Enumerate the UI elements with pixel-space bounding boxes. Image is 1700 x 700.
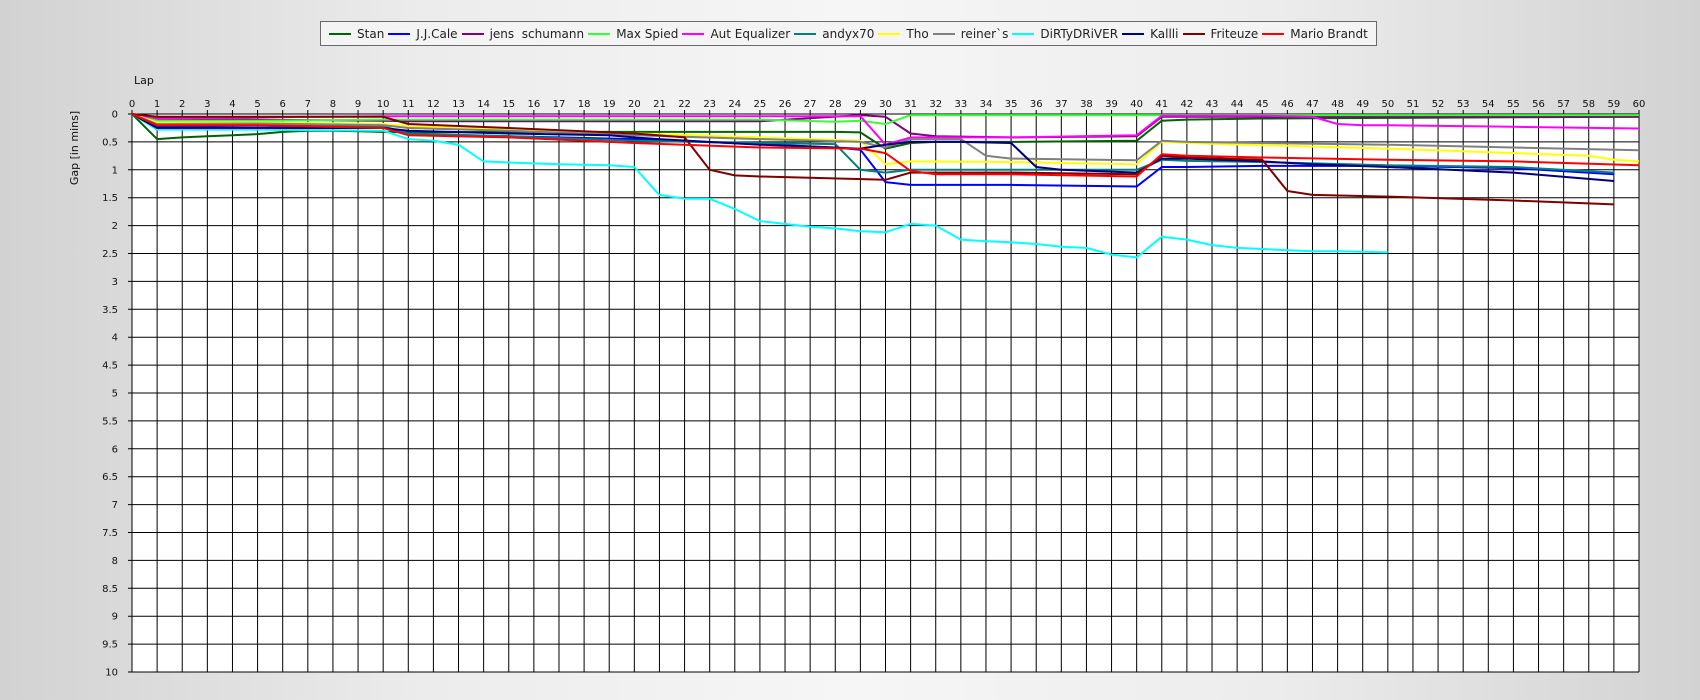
y-tick-label: 3.5 [102, 305, 118, 316]
x-tick-label: 53 [1457, 99, 1470, 110]
x-tick-label: 37 [1055, 99, 1068, 110]
y-axis-ticks: 0 0.5 1 1.5 2 2.5 3 3.5 4 4.5 5 5.5 6 6.5 7 7.5 8 8.5 9 9.5… [102, 110, 118, 679]
x-tick-label: 18 [578, 99, 591, 110]
x-tick-label: 10 [377, 99, 390, 110]
x-tick-label: 9 [355, 99, 361, 110]
y-tick-label: 7.5 [102, 528, 118, 539]
y-tick-label: 8 [112, 556, 118, 567]
x-tick-label: 47 [1306, 99, 1319, 110]
y-tick-label: 7 [112, 500, 118, 511]
x-tick-label: 1 [154, 99, 160, 110]
y-tick-label: 4.5 [102, 361, 118, 372]
x-tick-label: 14 [477, 99, 490, 110]
x-tick-label: 36 [1030, 99, 1043, 110]
x-tick-label: 6 [280, 99, 286, 110]
x-tick-label: 8 [330, 99, 336, 110]
x-tick-label: 39 [1105, 99, 1118, 110]
x-tick-label: 21 [653, 99, 666, 110]
x-tick-label: 0 [129, 99, 135, 110]
chart-svg: 0 1 2 3 4 5 6 7 8 9 10 11 12 13 14 15 16 17 18 19 20 21 22 23 24… [68, 74, 1646, 679]
x-tick-label: 16 [527, 99, 540, 110]
y-tick-label: 5 [112, 389, 118, 400]
y-tick-label: 9.5 [102, 640, 118, 651]
x-tick-label: 49 [1356, 99, 1369, 110]
x-tick-label: 46 [1281, 99, 1294, 110]
x-tick-label: 22 [678, 99, 691, 110]
x-tick-label: 38 [1080, 99, 1093, 110]
y-tick-label: 0 [112, 110, 118, 121]
x-tick-label: 27 [804, 99, 817, 110]
x-tick-label: 50 [1381, 99, 1394, 110]
x-tick-label: 57 [1557, 99, 1570, 110]
x-tick-label: 29 [854, 99, 867, 110]
y-tick-label: 6 [112, 444, 118, 455]
x-tick-label: 5 [254, 99, 260, 110]
x-tick-label: 25 [754, 99, 767, 110]
x-tick-label: 19 [603, 99, 616, 110]
y-tick-label: 10 [105, 668, 118, 679]
x-tick-label: 26 [779, 99, 792, 110]
x-axis-label: Lap [134, 74, 154, 87]
x-tick-label: 24 [728, 99, 741, 110]
x-tick-label: 54 [1482, 99, 1495, 110]
x-tick-label: 44 [1231, 99, 1244, 110]
x-tick-label: 32 [929, 99, 942, 110]
x-tick-label: 2 [179, 99, 185, 110]
x-tick-label: 58 [1582, 99, 1595, 110]
x-tick-label: 20 [628, 99, 641, 110]
y-tick-label: 9 [112, 612, 118, 623]
y-tick-label: 8.5 [102, 584, 118, 595]
y-tick-label: 6.5 [102, 472, 118, 483]
y-tick-label: 0.5 [102, 137, 118, 148]
x-tick-label: 4 [229, 99, 235, 110]
x-tick-label: 3 [204, 99, 210, 110]
chart-grid [128, 110, 1640, 673]
x-tick-label: 30 [879, 99, 892, 110]
x-tick-label: 59 [1608, 99, 1621, 110]
x-tick-label: 45 [1256, 99, 1269, 110]
y-tick-label: 2 [112, 221, 118, 232]
x-tick-label: 55 [1507, 99, 1520, 110]
x-tick-label: 33 [954, 99, 967, 110]
x-tick-label: 23 [703, 99, 716, 110]
y-tick-label: 2.5 [102, 249, 118, 260]
x-tick-label: 7 [305, 99, 311, 110]
x-tick-label: 56 [1532, 99, 1545, 110]
x-tick-label: 60 [1633, 99, 1646, 110]
x-tick-label: 35 [1005, 99, 1018, 110]
x-tick-label: 52 [1432, 99, 1445, 110]
x-tick-label: 11 [402, 99, 415, 110]
x-tick-label: 41 [1155, 99, 1168, 110]
y-tick-label: 1.5 [102, 193, 118, 204]
x-tick-label: 43 [1206, 99, 1219, 110]
x-tick-label: 12 [427, 99, 440, 110]
y-tick-label: 3 [112, 277, 118, 288]
x-tick-label: 48 [1331, 99, 1344, 110]
x-tick-label: 34 [980, 99, 993, 110]
x-tick-label: 28 [829, 99, 842, 110]
x-tick-label: 40 [1130, 99, 1143, 110]
x-axis-ticks: 0 1 2 3 4 5 6 7 8 9 10 11 12 13 14 15 16 17 18 19 20 21 22 23 24… [129, 99, 1646, 110]
y-tick-label: 1 [112, 165, 118, 176]
x-tick-label: 13 [452, 99, 465, 110]
y-axis-label: Gap [in mins] [68, 111, 81, 185]
x-tick-label: 42 [1181, 99, 1194, 110]
x-tick-label: 15 [502, 99, 515, 110]
y-tick-label: 5.5 [102, 416, 118, 427]
y-tick-label: 4 [112, 333, 118, 344]
x-tick-label: 17 [553, 99, 566, 110]
x-tick-label: 51 [1407, 99, 1420, 110]
x-tick-label: 31 [904, 99, 917, 110]
